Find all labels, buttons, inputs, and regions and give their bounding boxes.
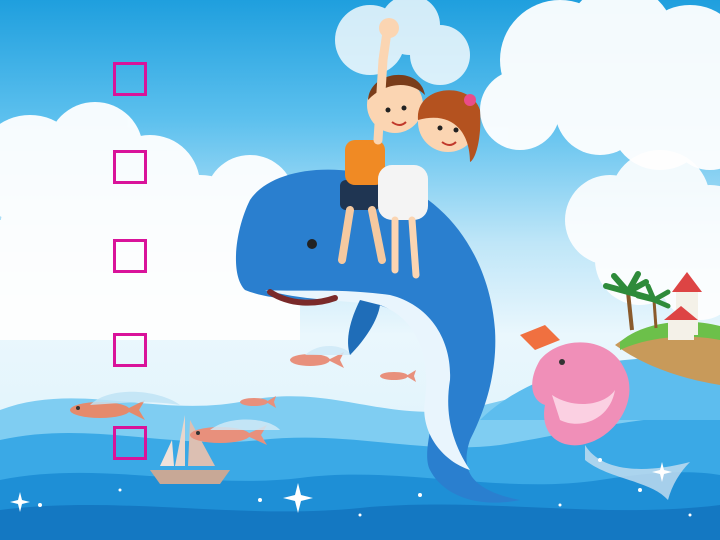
title-char-3: □ [113, 239, 147, 273]
title-char-4: □ [113, 333, 147, 367]
slide-canvas: □ □ □ □ □ [0, 0, 720, 540]
title-char-1: □ [113, 62, 147, 96]
title-char-2: □ [113, 150, 147, 184]
title-char-5: □ [113, 426, 147, 460]
background-scene [0, 0, 720, 540]
